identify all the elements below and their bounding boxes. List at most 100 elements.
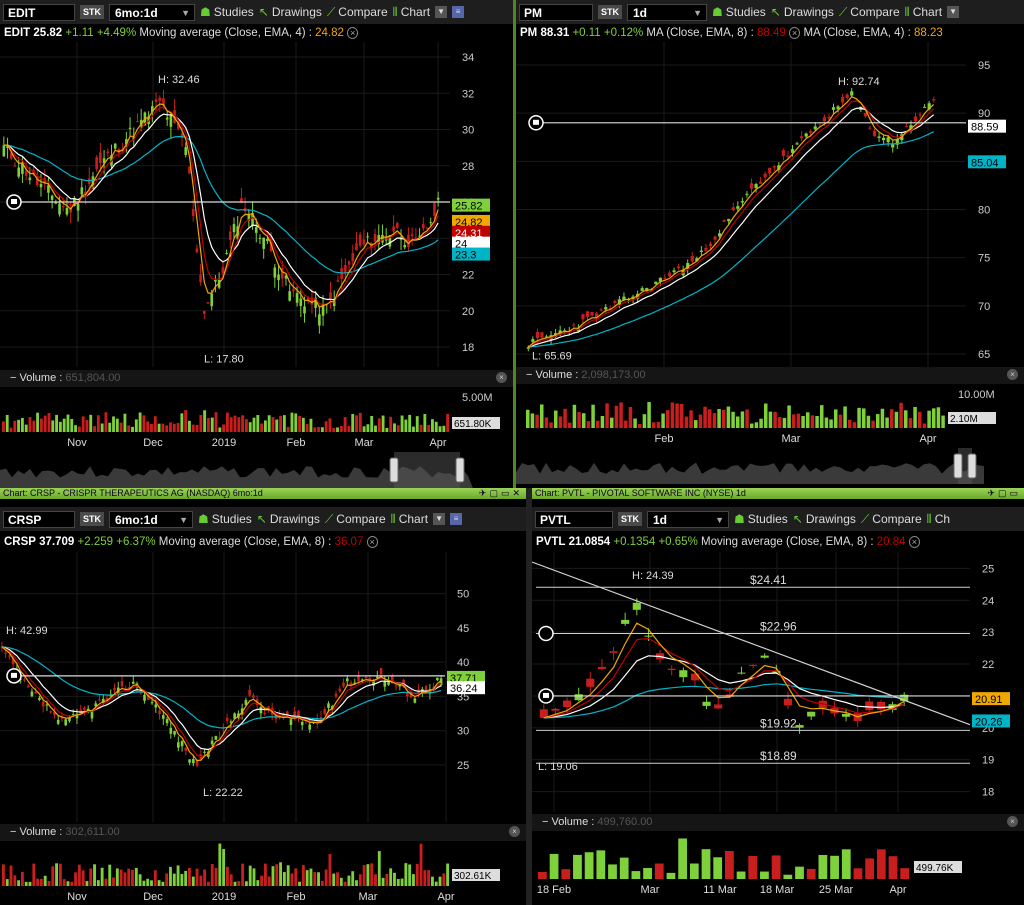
compare-icon: ⟋: [324, 511, 334, 526]
menu-icon[interactable]: ≡: [450, 513, 463, 525]
chart-button[interactable]: ⫴ Chart: [391, 512, 428, 527]
volume-bar: [596, 850, 606, 879]
studies-button[interactable]: ☗ Studies: [198, 512, 252, 526]
collapse-icon[interactable]: −: [10, 826, 16, 838]
symbol-input[interactable]: CRSP: [3, 510, 75, 528]
studies-button[interactable]: ☗ Studies: [712, 5, 766, 19]
navigator[interactable]: [516, 448, 1024, 484]
price-chart[interactable]: 95908580757065H: 92.74L: 65.6988.5985.04: [516, 42, 1024, 367]
pane-divider[interactable]: [526, 488, 532, 905]
collapse-icon[interactable]: −: [526, 369, 532, 381]
remove-study-icon[interactable]: ×: [366, 536, 378, 548]
volume-bar: [66, 414, 70, 432]
volume-bar: [670, 402, 675, 428]
volume-bar: [305, 424, 309, 432]
price-chart[interactable]: 343230282624222018H: 32.46L: 17.8025.822…: [0, 42, 513, 367]
candle-body: [760, 655, 769, 658]
studies-button[interactable]: ☗ Studies: [734, 512, 788, 526]
symbol-input[interactable]: PVTL: [535, 510, 613, 528]
compare-button[interactable]: ⟋ Compare: [327, 5, 388, 20]
volume-bar: [801, 416, 805, 428]
volume-bar: [47, 413, 51, 432]
volume-bar: [829, 419, 833, 428]
volume-bar: [172, 873, 176, 886]
volume-bar: [647, 402, 651, 428]
volume-bar: [366, 864, 370, 886]
price-chart[interactable]: 2524232221201918H: 24.39L: 19.0620.9120.…: [532, 552, 1024, 812]
candle-body: [804, 133, 808, 137]
close-icon[interactable]: ×: [1007, 816, 1018, 827]
ema-fast-line: [1, 646, 442, 762]
candle-body: [429, 222, 433, 224]
candle-body: [258, 237, 262, 239]
candle-body: [120, 681, 124, 687]
compare-button[interactable]: ⟋ Compare: [325, 512, 386, 527]
period-select[interactable]: 6mo:1d ▼: [109, 510, 193, 528]
price-tag-label: 88.59: [971, 122, 999, 134]
studies-icon: ☗: [198, 512, 209, 526]
remove-study-icon[interactable]: ×: [788, 27, 801, 39]
volume-bar: [768, 411, 773, 428]
close-icon[interactable]: ×: [509, 826, 520, 837]
window-controls-icon[interactable]: ✈▢▭✕: [479, 488, 523, 499]
volume-header: − Volume : 651,804.00 ×: [0, 370, 513, 387]
candle-body: [768, 167, 772, 174]
pane-divider[interactable]: [513, 0, 516, 488]
stk-badge[interactable]: STK: [80, 5, 104, 19]
compare-button[interactable]: ⟋ Compare: [861, 512, 922, 527]
drawings-button[interactable]: ↖ Drawings: [771, 5, 834, 19]
remove-study-icon[interactable]: ×: [908, 536, 921, 548]
symbol-input[interactable]: EDIT: [3, 3, 75, 21]
menu-icon[interactable]: ≡: [452, 6, 465, 18]
candle-body: [381, 234, 384, 243]
candle-body: [254, 227, 258, 233]
volume-bar: [55, 863, 58, 886]
navigator[interactable]: [0, 452, 513, 488]
dropdown-icon[interactable]: ▼: [947, 6, 960, 18]
candle-body: [572, 324, 576, 326]
symbol-input[interactable]: PM: [519, 3, 593, 21]
drawings-button[interactable]: ↖ Drawings: [257, 512, 320, 526]
volume-bar: [680, 403, 684, 428]
chart-button[interactable]: ⫴ Chart: [905, 5, 942, 20]
period-select[interactable]: 1d ▼: [627, 3, 707, 21]
dropdown-icon[interactable]: ▼: [433, 513, 446, 525]
candle-body: [56, 719, 60, 724]
candle-body: [169, 727, 173, 734]
candle-body: [410, 234, 414, 237]
chart-button[interactable]: ⫴ Ch: [927, 512, 950, 527]
window-controls-icon[interactable]: ✈▢▭: [987, 488, 1021, 499]
stk-badge[interactable]: STK: [618, 512, 642, 526]
volume-bar: [115, 418, 119, 432]
remove-study-icon[interactable]: ×: [347, 27, 359, 39]
period-select[interactable]: 1d ▼: [647, 510, 729, 528]
candle-body: [259, 706, 263, 714]
price-chart[interactable]: 504540353025H: 42.99L: 22.2237.7136.24: [0, 552, 526, 822]
drawings-button[interactable]: ↖ Drawings: [793, 512, 856, 526]
compare-button[interactable]: ⟋ Compare: [839, 5, 900, 20]
volume-bar: [643, 868, 652, 879]
volume-bar: [226, 866, 229, 886]
volume-bar: [172, 423, 176, 432]
candle-body: [714, 704, 723, 709]
volume-bar: [538, 871, 547, 879]
studies-button[interactable]: ☗ Studies: [200, 5, 254, 19]
candle-body: [263, 712, 266, 714]
stk-badge[interactable]: STK: [598, 5, 622, 19]
volume-bar: [70, 418, 74, 432]
dropdown-icon[interactable]: ▼: [435, 6, 448, 18]
stk-badge[interactable]: STK: [80, 512, 104, 526]
period-select[interactable]: 6mo:1d ▼: [109, 3, 195, 21]
collapse-icon[interactable]: −: [542, 816, 548, 828]
candle-body: [358, 234, 362, 246]
chart-button[interactable]: ⫴ Chart: [393, 5, 430, 20]
volume-bar: [13, 420, 17, 432]
candle-body: [690, 256, 694, 262]
chart-toolbar: PVTL STK 1d ▼ ☗ Studies ↖ Drawings ⟋ Compare…: [532, 507, 1024, 531]
collapse-icon[interactable]: −: [10, 372, 16, 384]
close-icon[interactable]: ×: [1007, 369, 1018, 380]
volume-bar: [885, 417, 889, 428]
close-icon[interactable]: ×: [496, 372, 507, 383]
volume-bar: [834, 409, 838, 428]
drawings-button[interactable]: ↖ Drawings: [259, 5, 322, 19]
